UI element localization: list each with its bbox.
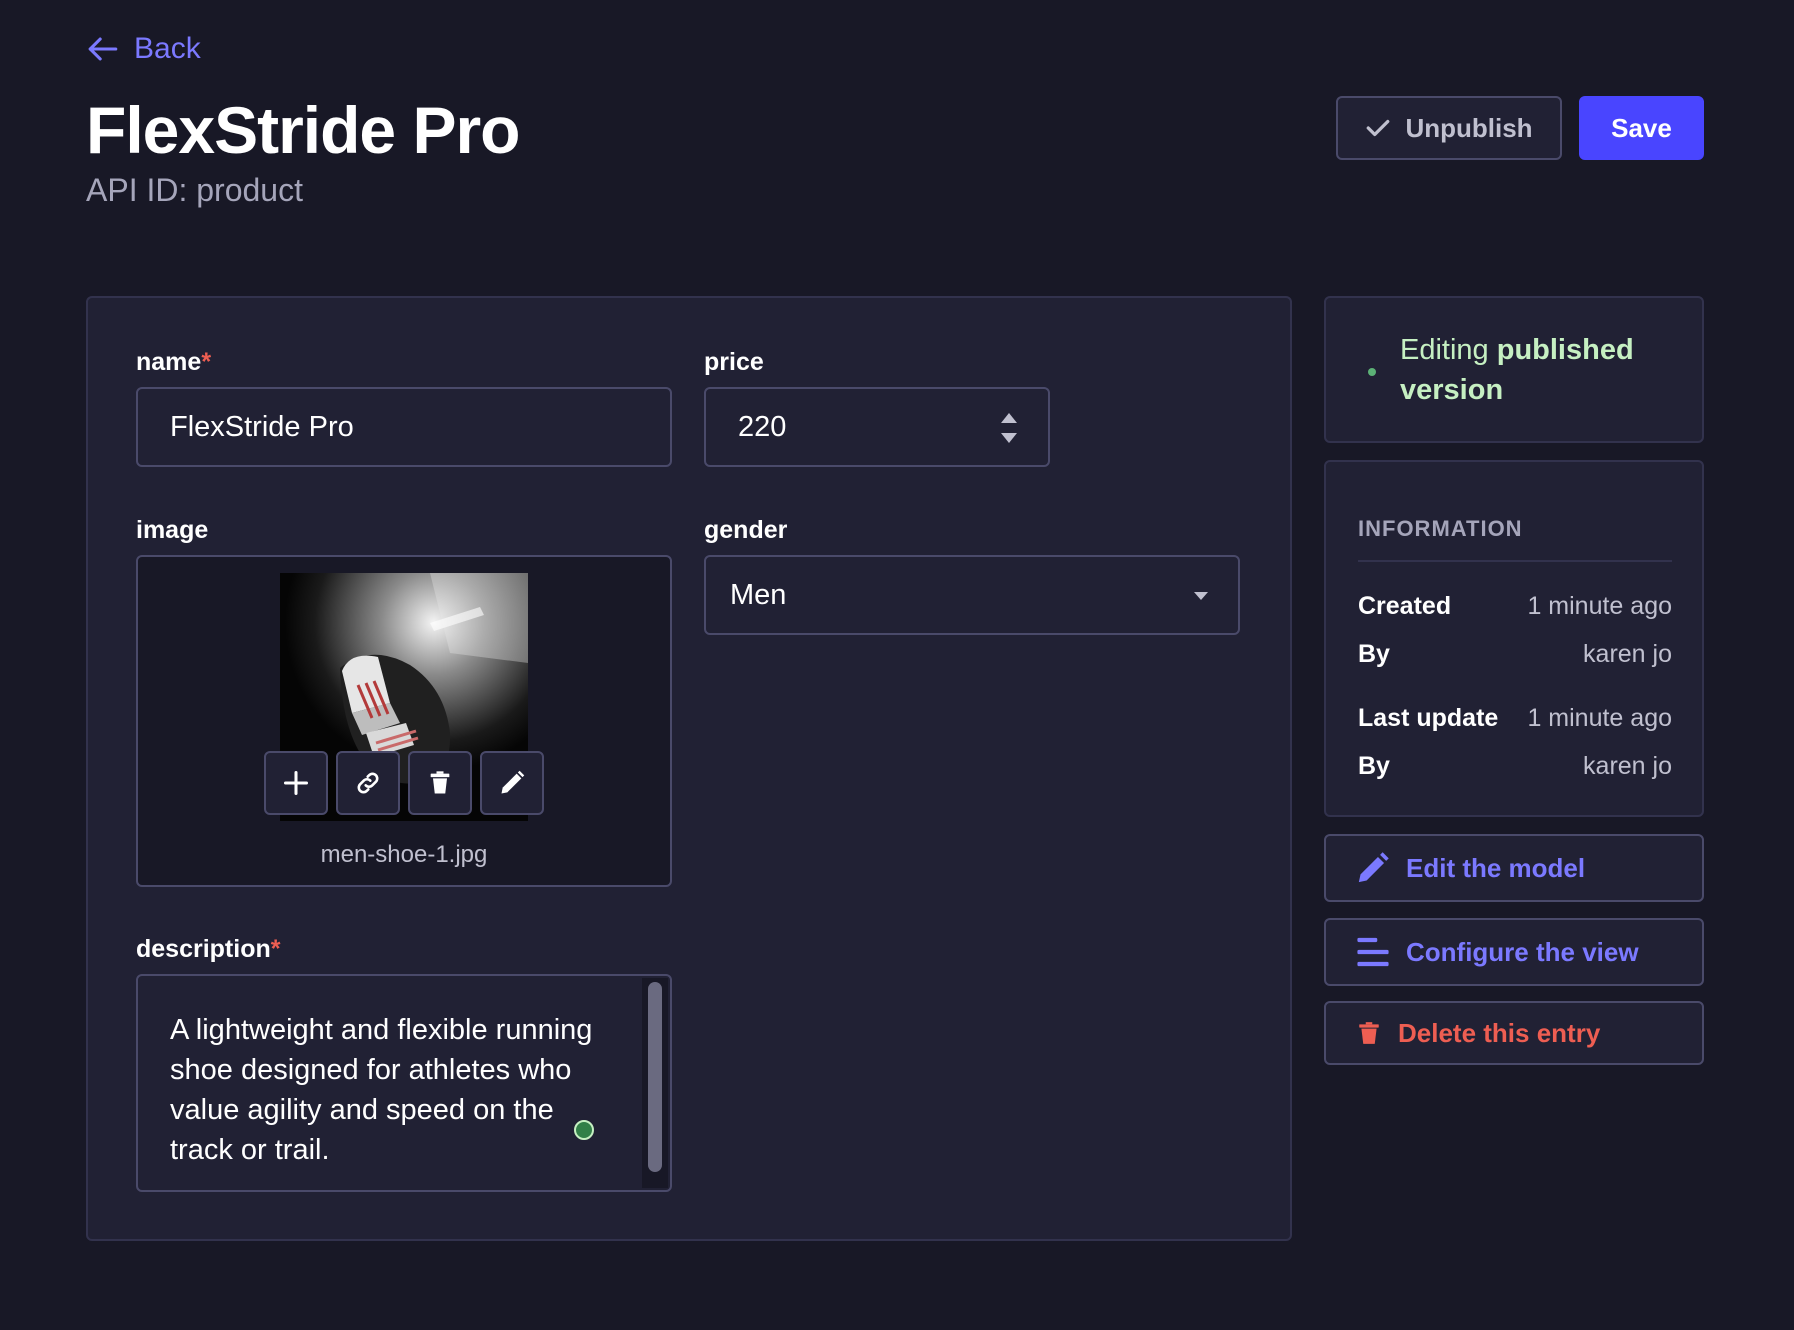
image-actions-toolbar: [264, 751, 544, 815]
add-image-button[interactable]: [264, 751, 328, 815]
increment-arrow-icon[interactable]: [1001, 413, 1017, 423]
decrement-arrow-icon[interactable]: [1001, 433, 1017, 443]
info-value: 1 minute ago: [1527, 704, 1672, 732]
info-value: karen jo: [1583, 640, 1672, 668]
edit-form-card: name* FlexStride Pro price 220 image men…: [86, 296, 1292, 1241]
info-value: karen jo: [1583, 752, 1672, 780]
price-stepper[interactable]: [1000, 413, 1018, 443]
gender-selected-value: Men: [730, 578, 787, 611]
arrow-left-icon: [88, 37, 118, 61]
back-label: Back: [134, 32, 201, 65]
info-row-last-update: Last update 1 minute ago: [1358, 704, 1672, 733]
unpublish-button[interactable]: Unpublish: [1336, 96, 1562, 160]
scrollbar-thumb[interactable]: [648, 982, 662, 1172]
delete-entry-label: Delete this entry: [1398, 1017, 1601, 1048]
trash-icon: [1359, 1022, 1379, 1044]
unpublish-label: Unpublish: [1405, 112, 1533, 143]
description-text: A lightweight and flexible running shoe …: [170, 1014, 593, 1166]
grammar-check-icon[interactable]: [574, 1120, 594, 1140]
image-filename: men-shoe-1.jpg: [320, 841, 488, 868]
edit-model-label: Edit the model: [1406, 852, 1586, 883]
publication-status-card: Editing published version: [1324, 296, 1704, 443]
name-label-text: name: [136, 348, 202, 376]
back-link[interactable]: Back: [86, 32, 201, 66]
price-input[interactable]: 220: [704, 387, 1050, 467]
name-field-label: name*: [136, 348, 211, 377]
trash-icon: [430, 771, 450, 794]
info-key: By: [1358, 640, 1390, 668]
name-input[interactable]: FlexStride Pro: [136, 387, 672, 467]
status-prefix: Editing: [1400, 334, 1489, 366]
check-icon: [1367, 119, 1390, 137]
info-row-updated-by: By karen jo: [1358, 752, 1672, 781]
price-field-label: price: [704, 348, 764, 376]
image-dropzone: men-shoe-1.jpg: [136, 555, 672, 887]
price-value: 220: [738, 410, 787, 443]
copy-link-button[interactable]: [336, 751, 400, 815]
link-icon: [357, 772, 379, 794]
information-card: INFORMATION Created 1 minute ago By kare…: [1324, 460, 1704, 817]
content-manager-edit-view: Back FlexStride Pro API ID: product Unpu…: [0, 0, 1794, 1330]
name-required-mark: *: [201, 348, 212, 376]
page-title: FlexStride Pro: [86, 93, 520, 167]
info-key: Created: [1358, 592, 1452, 620]
api-id-subtitle: API ID: product: [86, 172, 303, 208]
info-key: By: [1358, 752, 1390, 780]
textarea-scrollbar[interactable]: [642, 978, 668, 1188]
status-dot-icon: [1368, 368, 1376, 376]
image-field-label: image: [136, 516, 209, 544]
gender-select[interactable]: Men: [704, 555, 1240, 635]
delete-entry-link[interactable]: Delete this entry: [1324, 1001, 1704, 1065]
info-row-created-by: By karen jo: [1358, 640, 1672, 669]
edit-image-button[interactable]: [480, 751, 544, 815]
gender-field-label: gender: [704, 516, 788, 544]
configure-view-link[interactable]: Configure the view: [1324, 918, 1704, 986]
description-label-text: description: [136, 935, 271, 963]
pencil-icon: [1358, 852, 1389, 883]
delete-image-button[interactable]: [408, 751, 472, 815]
configure-view-label: Configure the view: [1406, 936, 1639, 967]
save-button[interactable]: Save: [1579, 96, 1704, 160]
edit-model-link[interactable]: Edit the model: [1324, 834, 1704, 902]
description-field-label: description*: [136, 935, 280, 964]
description-textarea[interactable]: A lightweight and flexible running shoe …: [136, 974, 672, 1192]
information-heading: INFORMATION: [1358, 516, 1523, 541]
layout-lines-icon: [1357, 937, 1389, 967]
pencil-icon: [501, 770, 525, 794]
info-value: 1 minute ago: [1527, 592, 1672, 620]
info-row-created: Created 1 minute ago: [1358, 592, 1672, 621]
description-required-mark: *: [270, 935, 281, 963]
caret-down-icon: [1194, 592, 1208, 600]
plus-icon: [283, 770, 309, 796]
divider: [1358, 560, 1672, 562]
status-text: Editing published version: [1400, 330, 1680, 410]
info-key: Last update: [1358, 704, 1499, 732]
